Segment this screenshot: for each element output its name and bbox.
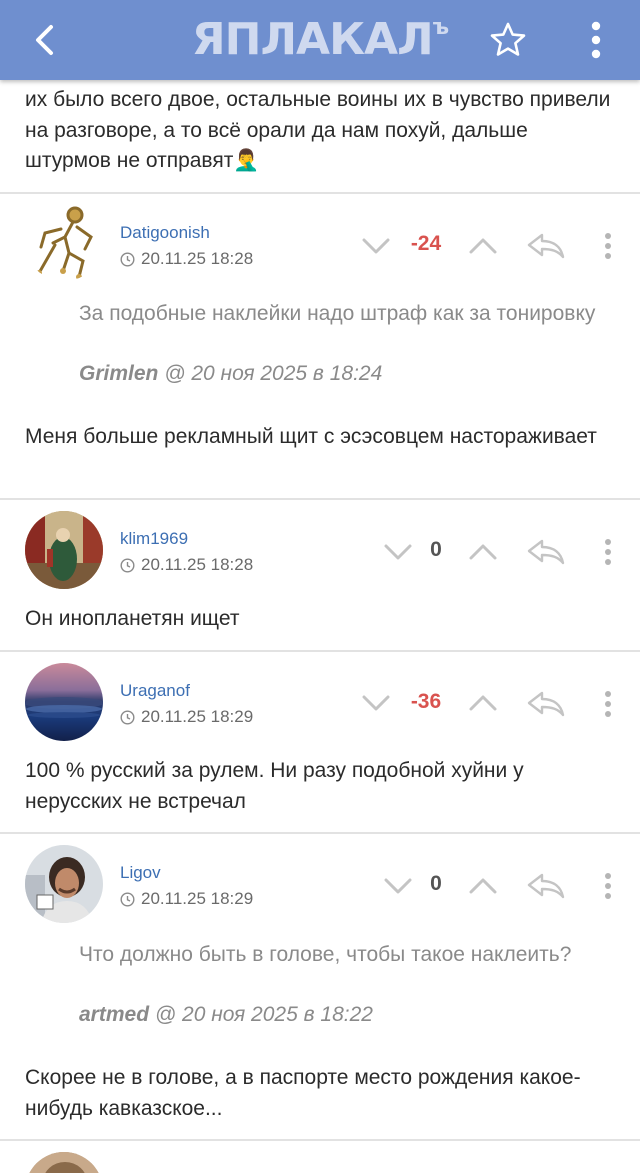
- app-screen: их было всего двое, остальные воины их в…: [0, 0, 640, 1173]
- previous-comment-body: их было всего двое, остальные воины их в…: [25, 88, 611, 172]
- clock-icon: [120, 557, 135, 573]
- facepalm-emoji: 🤦‍♂️: [233, 149, 260, 172]
- reply-arrow-icon: [527, 873, 565, 899]
- vote-up-button[interactable]: [465, 228, 501, 264]
- clock-icon: [120, 891, 135, 907]
- comment-menu-button[interactable]: [596, 684, 620, 724]
- comment-menu-button[interactable]: [596, 532, 620, 572]
- top-app-bar: ЯПЛАКАЛ ъ: [0, 0, 640, 80]
- clock-icon: [120, 709, 135, 725]
- vote-up-button[interactable]: [465, 868, 501, 904]
- quote-attribution: Grimlen @ 20 ноя 2025 в 18:24: [79, 362, 619, 386]
- divider: [0, 832, 640, 834]
- vote-up-button[interactable]: [465, 534, 501, 570]
- back-button[interactable]: [18, 0, 70, 80]
- comment-text: Он инопланетян ищет: [25, 607, 240, 630]
- date-text: 20.11.25 18:29: [141, 707, 254, 726]
- vertical-dots-icon: [605, 691, 611, 717]
- vertical-dots-icon: [605, 539, 611, 565]
- quote-text: Что должно быть в голове, чтобы такое на…: [79, 943, 572, 966]
- reply-button[interactable]: [524, 866, 568, 906]
- avatar[interactable]: [25, 1152, 103, 1173]
- quote-date: @ 20 ноя 2025 в 18:22: [154, 1003, 373, 1026]
- comment-text: Меня больше рекламный щит с эсэсовцем на…: [25, 425, 597, 448]
- reply-button[interactable]: [524, 226, 568, 266]
- comment-text: Скорее не в голове, а в паспорте место р…: [25, 1066, 581, 1120]
- date-text: 20.11.25 18:29: [141, 889, 254, 908]
- reply-button[interactable]: [524, 684, 568, 724]
- avatar[interactable]: [25, 203, 103, 281]
- divider: [0, 192, 640, 194]
- vertical-dots-icon: [605, 873, 611, 899]
- rating-value: 0: [430, 538, 442, 561]
- vote-down-button[interactable]: [380, 868, 416, 904]
- site-logo[interactable]: ЯПЛАКАЛ ъ: [175, 13, 465, 65]
- logo-sign: ъ: [432, 14, 450, 40]
- comment-date: 20.11.25 18:28: [120, 249, 253, 269]
- date-text: 20.11.25 18:28: [141, 249, 254, 268]
- quote-attribution: artmed @ 20 ноя 2025 в 18:22: [79, 1003, 619, 1027]
- username[interactable]: klim1969: [120, 529, 188, 549]
- comment-date: 20.11.25 18:29: [120, 889, 253, 909]
- reply-button[interactable]: [524, 532, 568, 572]
- username[interactable]: Uraganof: [120, 681, 190, 701]
- rating-value: -36: [410, 690, 442, 713]
- chevron-left-icon: [36, 25, 53, 55]
- avatar[interactable]: [25, 845, 103, 923]
- username[interactable]: Ligov: [120, 863, 161, 883]
- star-outline-icon: [490, 22, 526, 56]
- rating-value: -24: [410, 232, 442, 255]
- comment-menu-button[interactable]: [596, 226, 620, 266]
- quote-date: @ 20 ноя 2025 в 18:24: [164, 362, 383, 385]
- comment-date: 20.11.25 18:28: [120, 555, 253, 575]
- divider: [0, 498, 640, 500]
- reply-arrow-icon: [527, 539, 565, 565]
- favorite-button[interactable]: [482, 0, 534, 80]
- comment-menu-button[interactable]: [596, 866, 620, 906]
- quote-text: За подобные наклейки надо штраф как за т…: [79, 302, 596, 325]
- quote-author[interactable]: Grimlen: [79, 362, 158, 385]
- divider: [0, 650, 640, 652]
- clock-icon: [120, 251, 135, 267]
- date-text: 20.11.25 18:28: [141, 555, 254, 574]
- vertical-dots-icon: [591, 21, 601, 59]
- overflow-menu-button[interactable]: [570, 0, 622, 80]
- vote-up-button[interactable]: [465, 685, 501, 721]
- avatar[interactable]: [25, 511, 103, 589]
- vertical-dots-icon: [605, 233, 611, 259]
- avatar[interactable]: [25, 663, 103, 741]
- vote-down-button[interactable]: [380, 534, 416, 570]
- comment-date: 20.11.25 18:29: [120, 707, 253, 727]
- rating-value: 0: [430, 872, 442, 895]
- divider: [0, 1139, 640, 1141]
- quote-author[interactable]: artmed: [79, 1003, 149, 1026]
- vote-down-button[interactable]: [358, 228, 394, 264]
- reply-arrow-icon: [527, 233, 565, 259]
- comment-text: 100 % русский за рулем. Ни разу подобной…: [25, 759, 524, 813]
- previous-comment-text: их было всего двое, остальные воины их в…: [25, 85, 615, 177]
- logo-text: ЯПЛАКАЛ: [191, 13, 434, 65]
- username[interactable]: Datigoonish: [120, 223, 210, 243]
- reply-arrow-icon: [527, 691, 565, 717]
- vote-down-button[interactable]: [358, 685, 394, 721]
